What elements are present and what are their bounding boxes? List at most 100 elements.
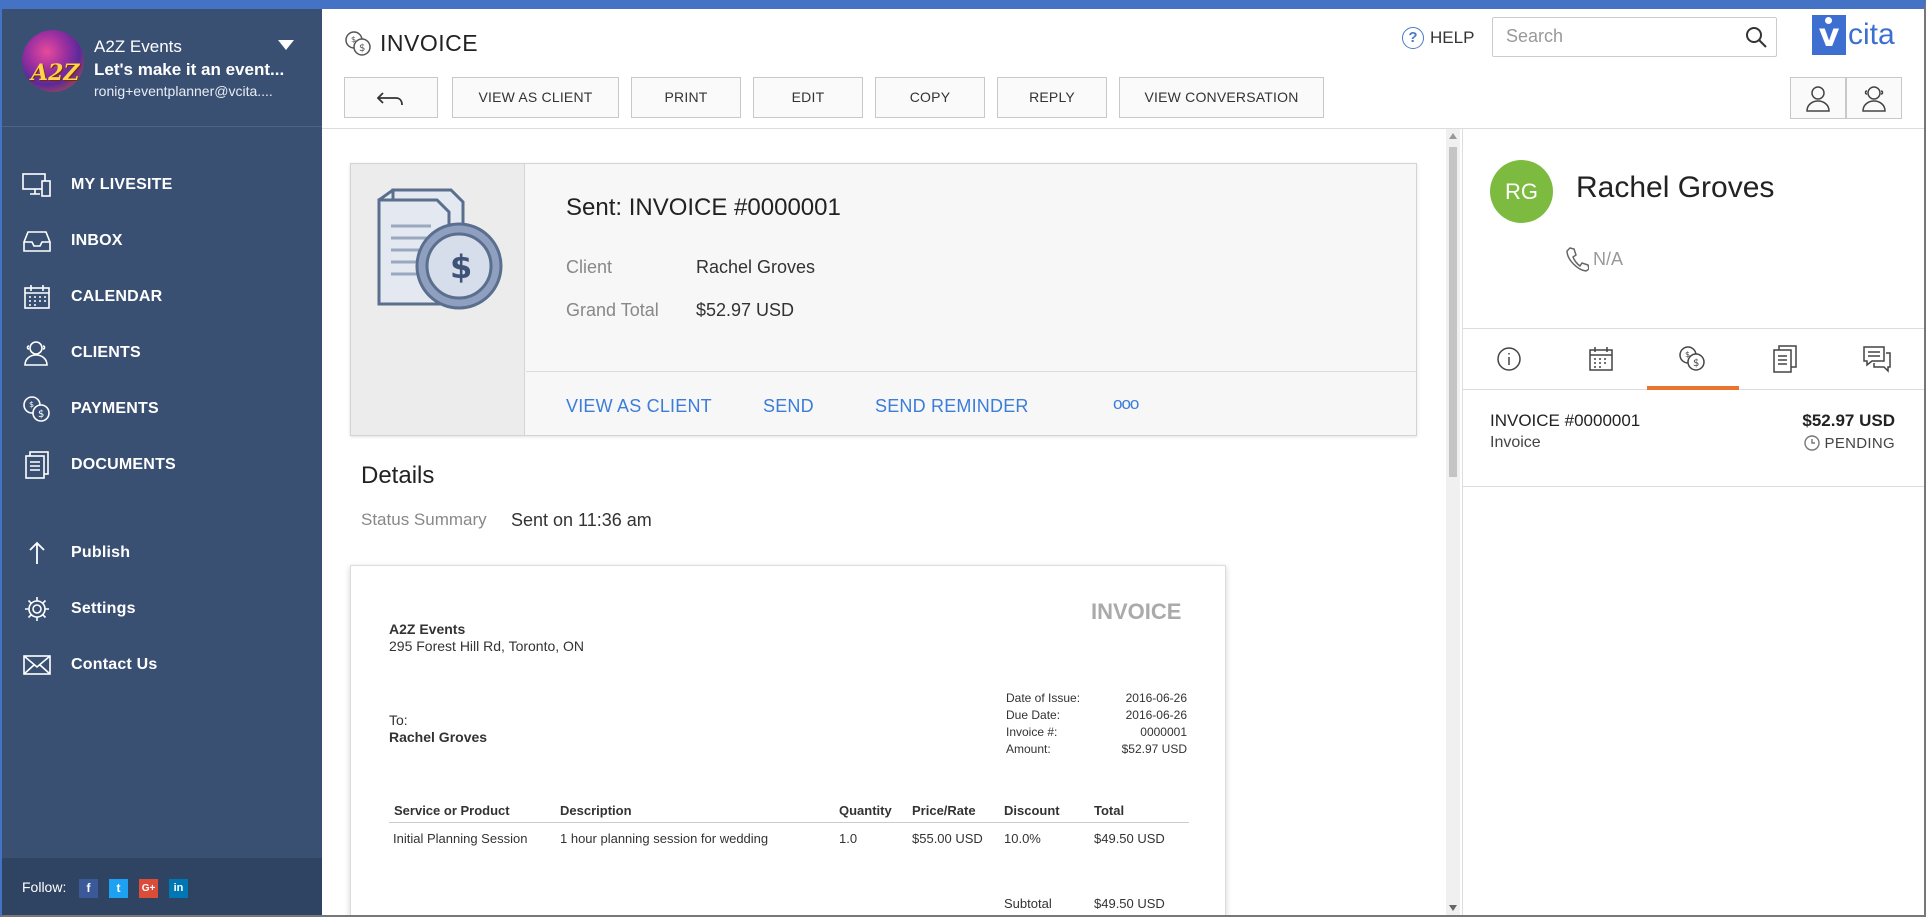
sidebar-item-label: PAYMENTS — [71, 400, 159, 417]
documents-icon — [22, 451, 52, 479]
client-name[interactable]: Rachel Groves — [1576, 171, 1774, 205]
print-button[interactable]: PRINT — [631, 77, 741, 118]
doc-table-cell: 1.0 — [839, 831, 858, 846]
invoice-document-preview: INVOICE A2Z Events 295 Forest Hill Rd, T… — [350, 565, 1226, 915]
client-invoice-item[interactable]: INVOICE #0000001 Invoice $52.97 USD PEND… — [1463, 391, 1924, 487]
more-actions-button[interactable]: ooo — [1113, 394, 1139, 414]
copy-button[interactable]: COPY — [875, 77, 985, 118]
page-header: $$ INVOICE ? HELP v cita VIEW AS CLIENT … — [322, 9, 1924, 129]
payments-icon: $$ — [1679, 346, 1705, 371]
doc-table-cell: $55.00 USD — [912, 831, 983, 846]
client-invoice-amount: $52.97 USD — [1802, 411, 1895, 430]
scroll-up-arrow-icon[interactable] — [1449, 133, 1457, 139]
client-panel: RG Rachel Groves N/A $ $ INVOICE #000000… — [1462, 129, 1924, 915]
doc-column-header: Description — [560, 803, 632, 818]
doc-column-header: Service or Product — [394, 803, 510, 818]
view-as-client-link[interactable]: VIEW AS CLIENT — [566, 396, 712, 417]
twitter-icon[interactable]: t — [109, 879, 128, 898]
reply-button[interactable]: REPLY — [997, 77, 1107, 118]
view-as-client-button[interactable]: VIEW AS CLIENT — [452, 77, 619, 118]
status-summary-label: Status Summary — [361, 510, 487, 529]
doc-business-address: 295 Forest Hill Rd, Toronto, ON — [389, 638, 585, 654]
client-invoice-status-label: PENDING — [1824, 434, 1895, 452]
doc-meta-value: 0000001 — [1140, 725, 1187, 739]
sidebar-item-calendar[interactable]: CALENDAR — [2, 273, 322, 321]
search-input[interactable] — [1506, 26, 1736, 47]
client-icon — [1862, 86, 1886, 112]
business-name: A2Z Events — [94, 37, 182, 56]
sidebar: A2Z A2Z Events Let's make it an event...… — [2, 9, 322, 915]
tab-documents[interactable] — [1739, 329, 1831, 389]
doc-table-divider — [389, 822, 1189, 823]
tab-payments[interactable]: $ $ — [1647, 329, 1739, 390]
svg-text:$: $ — [1685, 350, 1690, 359]
invoice-summary-card: $ Sent: INVOICE #0000001 Client Rachel G… — [350, 163, 1417, 436]
business-logo: A2Z — [22, 30, 84, 92]
svg-text:$: $ — [351, 35, 356, 44]
doc-meta-label: Due Date: — [1006, 708, 1061, 722]
sidebar-item-inbox[interactable]: INBOX — [2, 217, 322, 265]
tab-messages[interactable] — [1831, 329, 1923, 389]
doc-meta-value: 2016-06-26 — [1125, 691, 1187, 705]
send-reminder-link[interactable]: SEND REMINDER — [875, 396, 1029, 417]
scroll-thumb[interactable] — [1449, 147, 1457, 477]
account-dropdown-caret-icon[interactable] — [278, 40, 294, 50]
doc-meta-value: 2016-06-26 — [1125, 708, 1187, 722]
sidebar-item-documents[interactable]: DOCUMENTS — [2, 441, 322, 489]
client-phone: N/A — [1565, 246, 1623, 272]
clients-icon — [22, 339, 52, 367]
sidebar-item-publish[interactable]: Publish — [2, 529, 322, 577]
page-title: INVOICE — [380, 30, 479, 56]
doc-subtotal-label: Subtotal — [1004, 896, 1052, 911]
client-profile-button[interactable] — [1790, 77, 1846, 119]
svg-text:$: $ — [29, 400, 34, 409]
invoice-doc-title: INVOICE — [1091, 599, 1182, 624]
sidebar-item-label: CALENDAR — [71, 288, 163, 305]
follow-label: Follow: — [22, 879, 67, 895]
sidebar-item-clients[interactable]: CLIENTS — [2, 329, 322, 377]
sidebar-item-label: Contact Us — [71, 656, 158, 673]
help-icon: ? — [1402, 27, 1424, 49]
send-link[interactable]: SEND — [763, 396, 814, 417]
doc-subtotal-value: $49.50 USD — [1094, 896, 1165, 911]
view-conversation-button[interactable]: VIEW CONVERSATION — [1119, 77, 1324, 118]
help-link[interactable]: ? HELP — [1402, 27, 1474, 49]
svg-text:$: $ — [1693, 358, 1699, 369]
search-icon[interactable] — [1744, 25, 1768, 54]
doc-column-header: Discount — [1004, 803, 1060, 818]
main-scrollbar[interactable] — [1446, 129, 1460, 915]
facebook-icon[interactable]: f — [79, 879, 98, 898]
messages-icon — [1863, 346, 1891, 373]
client-tabs: $ $ — [1463, 328, 1924, 390]
sidebar-item-contact-us[interactable]: Contact Us — [2, 641, 322, 689]
summary-icon-panel: $ — [351, 164, 525, 435]
sidebar-item-my-livesite[interactable]: MY LIVESITE — [2, 161, 322, 209]
doc-to-label: To: — [389, 712, 408, 728]
client-card-button[interactable] — [1846, 77, 1902, 119]
account-header[interactable]: A2Z A2Z Events Let's make it an event...… — [2, 9, 322, 127]
invoice-document-icon: $ — [371, 186, 505, 317]
brand-word: cita — [1848, 18, 1895, 51]
sidebar-item-label: Publish — [71, 544, 131, 561]
edit-button[interactable]: EDIT — [753, 77, 863, 118]
gear-icon — [22, 595, 52, 623]
calendar-icon — [22, 283, 52, 311]
sidebar-item-payments[interactable]: $ $ PAYMENTS — [2, 385, 322, 433]
grand-total-label: Grand Total — [566, 300, 659, 320]
doc-table-cell: $49.50 USD — [1094, 831, 1165, 846]
linkedin-icon[interactable]: in — [169, 879, 188, 898]
back-button[interactable] — [344, 77, 438, 118]
sidebar-item-label: INBOX — [71, 232, 123, 249]
google-plus-icon[interactable]: G+ — [139, 879, 158, 898]
envelope-icon — [22, 651, 52, 679]
publish-icon — [22, 539, 52, 567]
scroll-down-arrow-icon[interactable] — [1449, 905, 1457, 911]
tab-calendar[interactable] — [1555, 329, 1647, 389]
doc-column-header: Price/Rate — [912, 803, 976, 818]
calendar-icon — [1589, 347, 1613, 371]
tab-info[interactable] — [1463, 329, 1555, 389]
main-content: $ Sent: INVOICE #0000001 Client Rachel G… — [322, 129, 1448, 915]
grand-total-value: $52.97 USD — [696, 300, 795, 320]
sidebar-item-settings[interactable]: Settings — [2, 585, 322, 633]
doc-column-header: Quantity — [839, 803, 892, 818]
